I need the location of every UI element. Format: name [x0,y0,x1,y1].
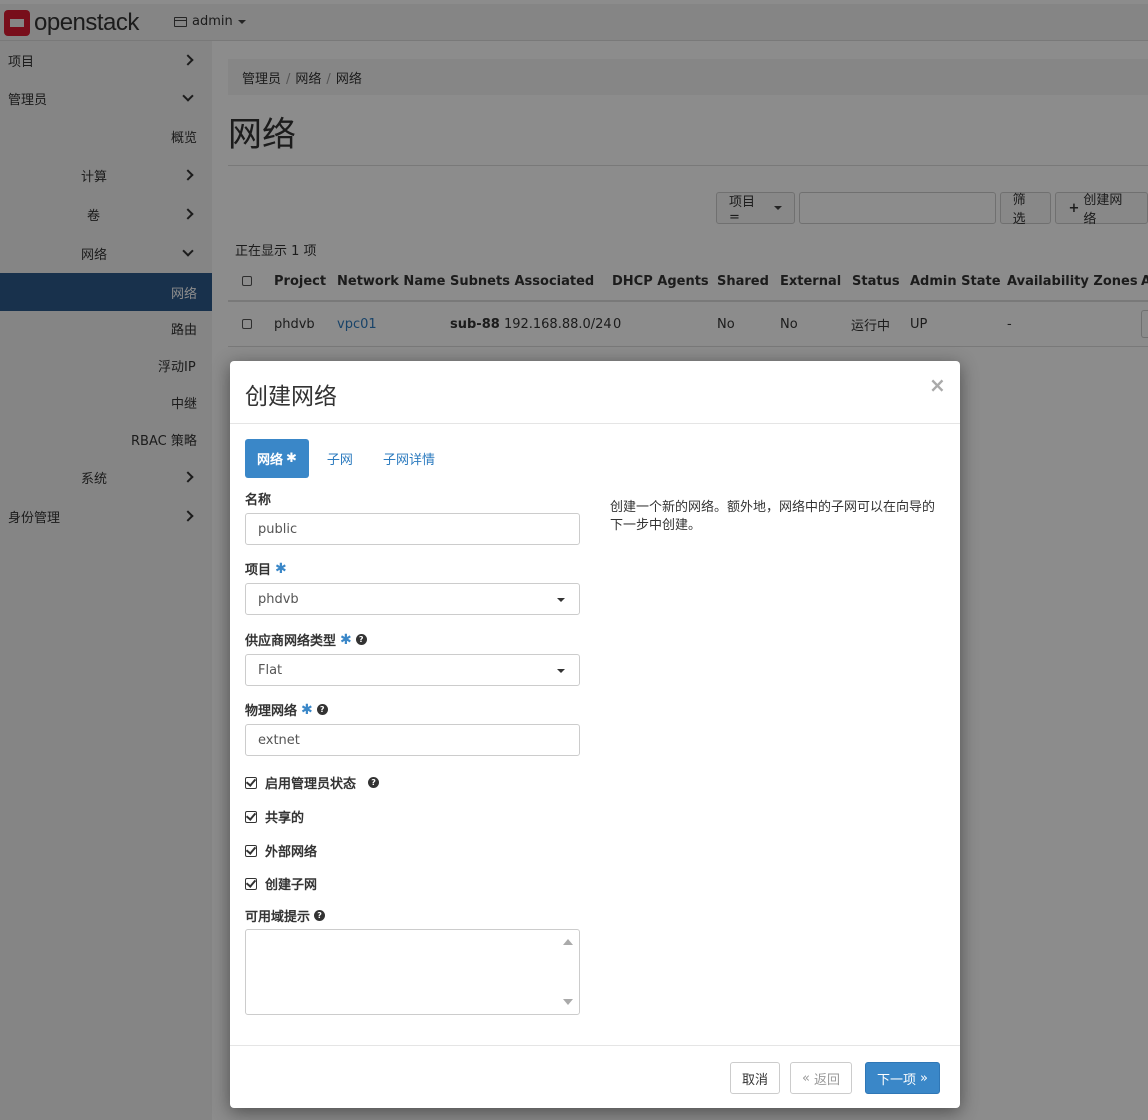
tab-subnet-details[interactable]: 子网详情 [371,439,447,478]
next-label: 下一项 [877,1072,917,1088]
caret-down-icon [557,669,565,673]
tab-label: 子网 [326,453,353,468]
project-select[interactable]: phdvb [245,583,580,615]
name-label-text: 名称 [245,493,272,508]
name-label: 名称 [245,489,271,508]
project-label: 项目 ✱ [245,559,287,579]
back-button[interactable]: « 返回 [790,1062,852,1094]
external-network-checkbox[interactable] [245,844,257,857]
wizard-tabs: 网络 ✱ 子网 子网详情 [245,439,447,478]
tab-label: 网络 [257,453,284,468]
required-star-icon: ✱ [286,451,297,466]
help-icon[interactable]: ? [355,634,367,645]
tab-subnet[interactable]: 子网 [315,439,365,478]
project-select-value: phdvb [258,591,299,607]
tab-network[interactable]: 网络 ✱ [245,439,309,478]
modal-title: 创建网络 [245,384,337,410]
double-chevron-left-icon: « [802,1070,810,1086]
modal-footer: 取消 « 返回 下一项 » [230,1045,960,1108]
scroll-up-icon[interactable] [563,939,573,945]
external-network-label: 外部网络 [265,845,318,860]
physical-network-label: 物理网络 ✱ ? [245,700,328,719]
close-icon[interactable]: × [929,373,946,397]
project-label-text: 项目 [245,563,272,578]
next-button[interactable]: 下一项 » [865,1062,940,1094]
shared-checkbox[interactable] [245,810,257,823]
physical-network-input[interactable]: extnet [245,724,580,756]
create-subnet-checkbox-row[interactable]: 创建子网 [245,874,317,893]
create-subnet-label: 创建子网 [265,878,318,893]
admin-state-label: 启用管理员状态 [265,777,357,792]
provider-type-label-text: 供应商网络类型 [245,634,337,649]
back-label: 返回 [813,1072,840,1088]
cancel-button[interactable]: 取消 [730,1062,781,1094]
admin-state-checkbox[interactable] [245,776,257,789]
physical-network-label-text: 物理网络 [245,704,298,719]
scroll-down-icon[interactable] [563,999,573,1005]
external-checkbox-row[interactable]: 外部网络 [245,841,317,860]
tab-label: 子网详情 [382,453,435,468]
provider-type-select-value: Flat [258,662,283,678]
admin-state-checkbox-row[interactable]: 启用管理员状态 ? [245,773,380,792]
shared-label: 共享的 [265,811,305,826]
cancel-label: 取消 [742,1072,769,1088]
required-star-icon: ✱ [340,631,352,648]
textarea-scrollbar[interactable] [558,931,578,1013]
name-input[interactable]: public [245,513,580,545]
required-star-icon: ✱ [301,701,313,718]
provider-type-select[interactable]: Flat [245,654,580,686]
help-icon[interactable]: ? [316,704,328,715]
required-star-icon: ✱ [275,560,287,577]
provider-type-label: 供应商网络类型 ✱ ? [245,630,367,649]
name-input-value: public [258,521,298,537]
create-subnet-checkbox[interactable] [245,877,257,890]
shared-checkbox-row[interactable]: 共享的 [245,807,304,826]
create-network-modal: 创建网络 × 网络 ✱ 子网 子网详情 名称 public 项目 ✱ phdvb [230,361,960,1108]
help-icon[interactable]: ? [368,777,380,788]
az-hints-label-text: 可用域提示 [245,910,311,925]
az-hints-label: 可用域提示 ? [245,906,326,925]
az-hints-textarea[interactable] [245,929,580,1015]
caret-down-icon [557,598,565,602]
help-icon[interactable]: ? [314,910,326,921]
physical-network-input-value: extnet [258,732,300,748]
modal-header: 创建网络 × [230,361,960,424]
double-chevron-right-icon: » [920,1070,928,1086]
modal-help-text: 创建一个新的网络。额外地，网络中的子网可以在向导的下一步中创建。 [610,500,936,533]
